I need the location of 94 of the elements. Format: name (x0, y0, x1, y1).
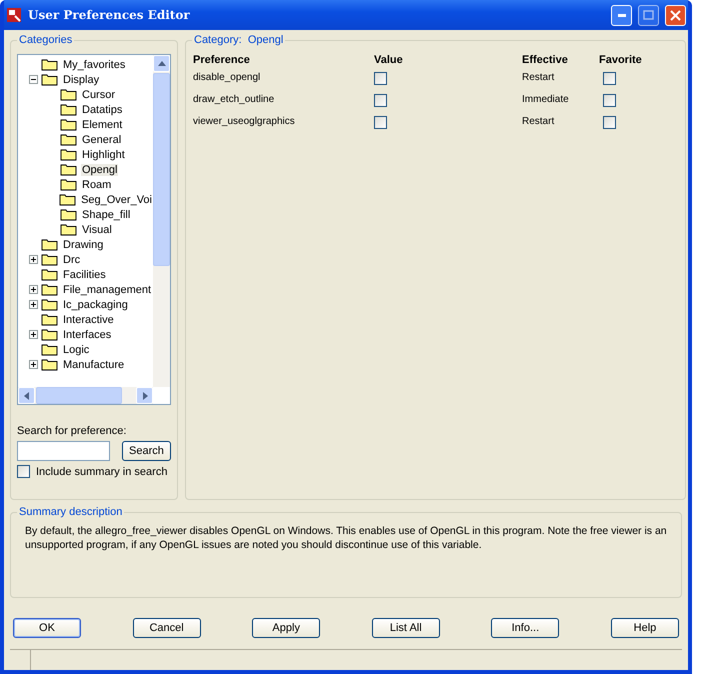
folder-icon (41, 283, 58, 296)
close-icon (670, 10, 681, 20)
favorite-checkbox[interactable] (603, 72, 616, 85)
panel-title: Category: Opengl (193, 34, 284, 46)
dialog-button[interactable]: Info... (491, 618, 560, 638)
folder-icon (41, 268, 58, 281)
summary-text: By default, the allegro_free_viewer disables OpenGL on Windows. This enables use of OpenGL in this program. Note the free viewer is an unsupported program, if any OpenGL issues are noted you should discontinue use of this variable. (25, 525, 667, 551)
dialog-button[interactable]: Cancel (132, 618, 201, 638)
plus-icon[interactable] (29, 360, 38, 369)
value-checkbox[interactable] (374, 116, 387, 129)
scroll-thumb[interactable] (153, 73, 170, 266)
tree-item[interactable]: Facilities (62, 268, 107, 280)
tree-item[interactable]: Ic_packaging (62, 298, 129, 310)
effective-cell-text: Immediate (522, 94, 570, 107)
scroll-right-button[interactable] (136, 387, 153, 404)
favorite-checkbox[interactable] (603, 94, 616, 107)
panel-title: Summary description (18, 506, 124, 518)
dialog-button[interactable]: OK (13, 618, 81, 638)
tree-item[interactable]: Opengl (81, 164, 118, 176)
column-header: Favorite (599, 54, 643, 66)
column-header: Value (374, 54, 404, 66)
maximize-button[interactable] (638, 4, 659, 26)
folder-icon (60, 118, 77, 131)
search-label: Search for preference: (17, 425, 126, 437)
column-header: Preference (193, 54, 251, 66)
window-title: User Preferences Editor (28, 8, 191, 22)
close-button[interactable] (665, 4, 686, 26)
folder-icon (41, 328, 58, 341)
tree-item[interactable]: Manufacture (62, 358, 126, 370)
tree-item[interactable]: General (81, 134, 122, 146)
folder-icon (60, 103, 77, 116)
minimize-icon (618, 14, 626, 16)
folder-icon (60, 148, 77, 161)
folder-icon (41, 313, 58, 326)
plus-icon[interactable] (29, 330, 38, 339)
folder-icon (60, 133, 77, 146)
folder-icon (60, 208, 77, 221)
value-checkbox[interactable] (374, 72, 387, 85)
search-button[interactable]: Search (122, 441, 171, 461)
dialog-button[interactable]: Help (610, 618, 679, 638)
maximize-icon (643, 10, 654, 20)
folder-icon (41, 58, 58, 71)
plus-icon[interactable] (29, 285, 38, 294)
checkbox-label: Include summary in search (36, 466, 168, 478)
tree-item[interactable]: Datatips (81, 104, 124, 116)
tree-item[interactable]: Highlight (81, 148, 126, 160)
plus-icon[interactable] (29, 255, 38, 264)
tree-item[interactable]: Interactive (62, 314, 115, 326)
dialog-button[interactable]: Apply (252, 618, 320, 638)
value-checkbox[interactable] (374, 94, 387, 107)
folder-icon (41, 238, 58, 251)
folder-icon (41, 343, 58, 356)
preference-name: draw_etch_outline (193, 94, 276, 107)
search-field[interactable] (17, 441, 110, 461)
folder-icon (41, 253, 58, 266)
minus-icon[interactable] (29, 75, 38, 84)
tree-item[interactable]: Shape_fill (81, 208, 132, 220)
tree-item[interactable]: Element (81, 118, 124, 130)
folder-icon (60, 163, 77, 176)
app-icon (6, 7, 22, 23)
tree-item[interactable]: Visual (81, 224, 113, 236)
folder-icon (60, 178, 77, 191)
panel-title: Categories (18, 34, 74, 46)
vertical-scrollbar[interactable] (153, 55, 170, 387)
tree-item[interactable]: Interfaces (62, 328, 112, 340)
dialog-button[interactable]: List All (372, 618, 440, 638)
tree-item[interactable]: My_favorites (62, 58, 126, 70)
favorite-checkbox[interactable] (603, 116, 616, 129)
tree-item[interactable]: Roam (81, 178, 112, 190)
folder-icon (60, 88, 77, 101)
plus-icon[interactable] (29, 300, 38, 309)
tree-item[interactable]: Cursor (81, 88, 116, 100)
preference-name: disable_opengl (193, 72, 262, 85)
effective-cell-text: Restart (522, 116, 556, 129)
tree-item[interactable]: Display (62, 74, 100, 86)
tree-item[interactable]: File_management (62, 284, 152, 296)
folder-icon (60, 223, 77, 236)
tree-item[interactable]: Drc (62, 254, 82, 266)
column-header: Effective (522, 54, 569, 66)
tree-item[interactable]: Drawing (62, 238, 104, 250)
effective-cell-text: Restart (522, 72, 556, 85)
checkbox[interactable] (17, 465, 30, 478)
folder-icon (41, 298, 58, 311)
scroll-thumb[interactable] (36, 387, 122, 404)
folder-icon (41, 73, 58, 86)
minimize-button[interactable] (611, 4, 632, 26)
scroll-left-button[interactable] (18, 387, 35, 404)
tree-item[interactable]: Seg_Over_Voi (80, 194, 153, 206)
horizontal-scrollbar[interactable] (18, 387, 153, 404)
folder-icon (59, 193, 76, 206)
tree-item[interactable]: Logic (62, 344, 90, 356)
preference-name: viewer_useoglgraphics (193, 116, 296, 129)
scroll-up-button[interactable] (153, 55, 170, 72)
folder-icon (41, 358, 58, 371)
